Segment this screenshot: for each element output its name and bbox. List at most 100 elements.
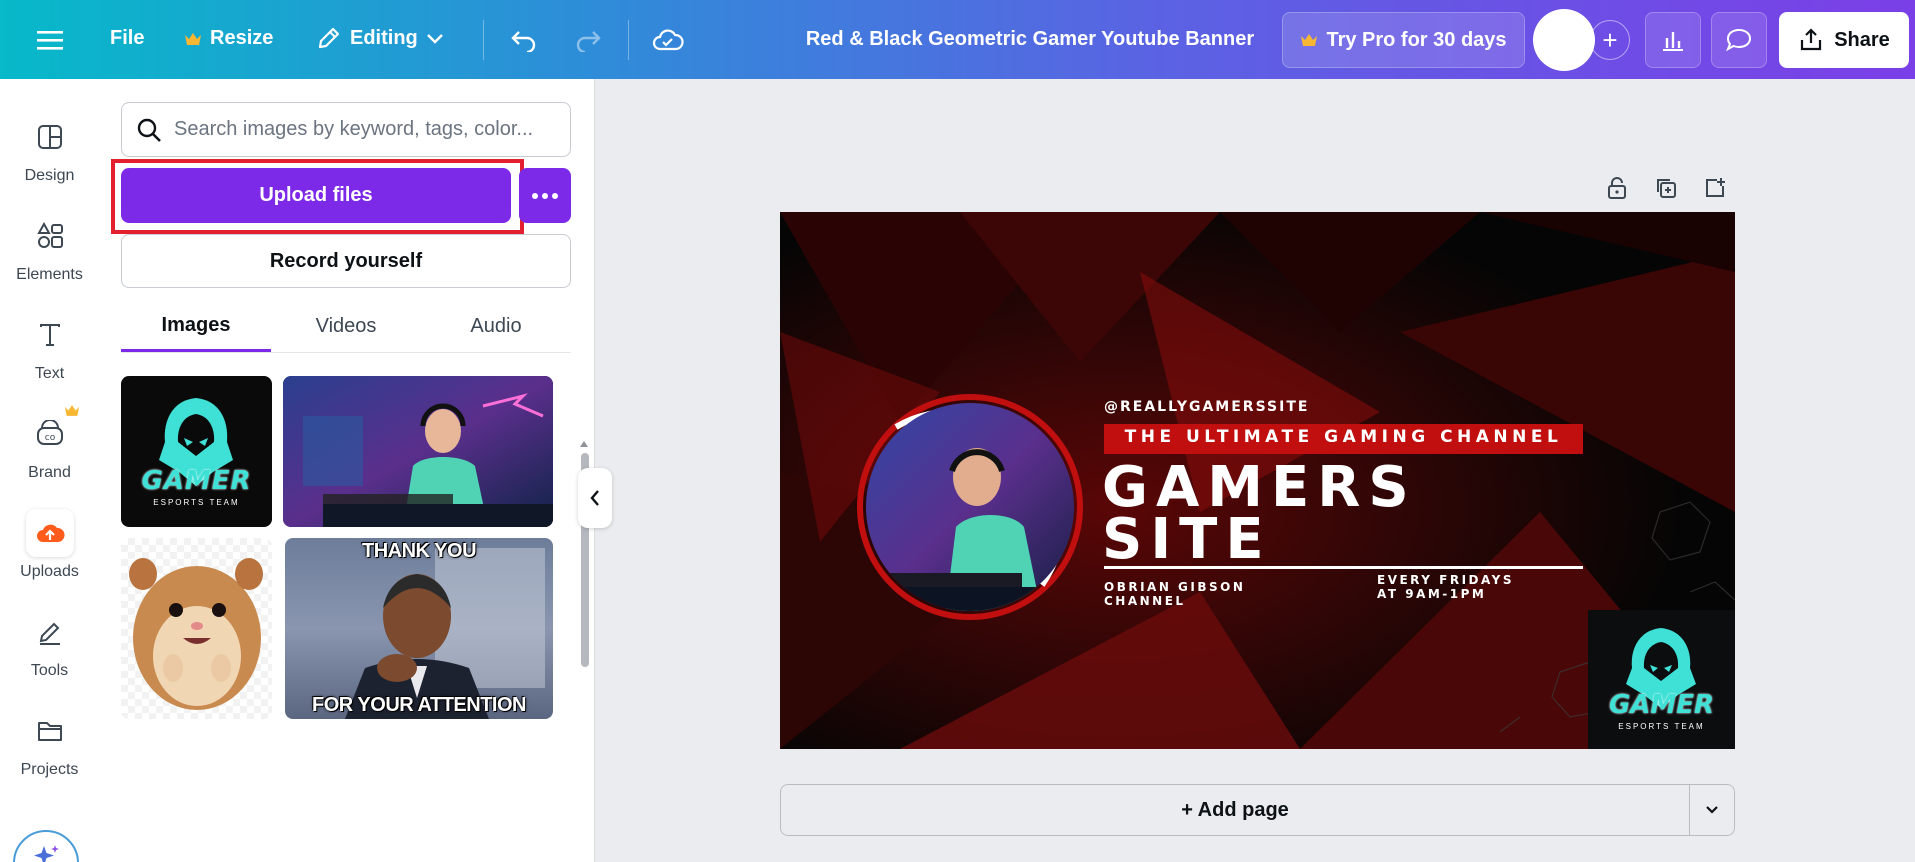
meme-bottom-text: FOR YOUR ATTENTION — [312, 694, 526, 716]
tools-pen-icon — [26, 608, 74, 656]
meme-top-text: THANK YOU — [361, 540, 477, 562]
insights-chart-button[interactable] — [1645, 12, 1701, 68]
scroll-up-arrow-icon — [580, 441, 588, 447]
canvas-logo-subtext: ESPORTS TEAM — [1618, 722, 1705, 731]
tab-images[interactable]: Images — [121, 301, 271, 352]
cloud-save-icon[interactable] — [650, 22, 686, 58]
collapse-panel-handle[interactable] — [578, 468, 612, 528]
profile-photo-ring — [857, 394, 1083, 620]
design-canvas-banner[interactable]: @REALLYGAMERSSITE THE ULTIMATE GAMING CH… — [780, 212, 1735, 749]
top-bar: File Resize Editing Red & Black Geometri… — [0, 0, 1915, 79]
more-dots-icon — [542, 192, 548, 199]
left-navigation-rail: Design Elements Text co Brand Uploads To… — [0, 79, 99, 862]
comment-bubble-icon — [1726, 28, 1752, 52]
add-page-dropdown[interactable] — [1689, 784, 1735, 836]
person-pointing-illustration — [345, 548, 545, 719]
rail-label-text: Text — [34, 365, 65, 382]
channel-handle: @REALLYGAMERSSITE — [1104, 399, 1310, 415]
document-title[interactable]: Red & Black Geometric Gamer Youtube Bann… — [730, 0, 1330, 79]
add-page-button[interactable]: + Add page — [780, 784, 1690, 836]
editing-mode-button[interactable]: Editing — [316, 25, 444, 51]
try-pro-button[interactable]: Try Pro for 30 days — [1282, 12, 1525, 68]
canvas-gamer-logo: GAMER ESPORTS TEAM — [1588, 610, 1735, 749]
rail-label-tools: Tools — [30, 662, 69, 679]
image-thumbnail-hamster[interactable] — [121, 538, 272, 719]
chevron-down-icon — [426, 34, 443, 44]
resize-label: Resize — [210, 27, 274, 49]
search-icon — [137, 118, 161, 142]
brand-icon: co — [26, 405, 79, 458]
search-input[interactable] — [174, 118, 554, 141]
schedule-line-1: EVERY FRIDAYS — [1377, 573, 1514, 587]
rail-label-projects: Projects — [20, 761, 79, 778]
undo-icon[interactable] — [506, 22, 542, 58]
image-thumbnail-thank-you-meme[interactable]: THANK YOU FOR YOUR ATTENTION — [285, 538, 553, 719]
rail-item-tools[interactable]: Tools — [0, 594, 99, 684]
design-layout-icon — [26, 113, 74, 161]
search-box[interactable] — [121, 102, 571, 157]
svg-text:co: co — [44, 433, 55, 443]
crown-icon — [64, 405, 79, 416]
share-label: Share — [1834, 28, 1890, 51]
toolbar-divider — [483, 20, 484, 60]
lock-page-icon[interactable] — [1601, 172, 1633, 204]
hamburger-menu-icon[interactable] — [32, 24, 68, 56]
rail-item-design[interactable]: Design — [0, 99, 99, 189]
tab-audio[interactable]: Audio — [421, 301, 571, 352]
sparkle-icon — [34, 845, 59, 862]
share-button[interactable]: Share — [1779, 12, 1909, 68]
chevron-down-icon — [1706, 806, 1718, 814]
add-collaborator-plus-icon[interactable]: + — [1590, 20, 1630, 60]
rail-label-uploads: Uploads — [20, 563, 79, 580]
resize-button[interactable]: Resize — [184, 27, 273, 50]
rail-label-brand: Brand — [28, 464, 71, 481]
elements-shapes-icon — [26, 212, 74, 260]
toolbar-divider — [628, 20, 629, 60]
editing-label: Editing — [350, 26, 418, 49]
duplicate-page-icon[interactable] — [1650, 172, 1682, 204]
rail-item-elements[interactable]: Elements — [0, 198, 99, 288]
add-page-icon[interactable] — [1699, 172, 1731, 204]
rail-item-brand[interactable]: co Brand — [0, 396, 99, 486]
chevron-left-icon — [590, 490, 599, 506]
rail-item-text[interactable]: Text — [0, 297, 99, 387]
tab-videos[interactable]: Videos — [271, 301, 421, 352]
avatar[interactable] — [1533, 9, 1595, 71]
crown-icon — [185, 32, 201, 45]
upload-cloud-icon — [25, 509, 74, 557]
more-dots-icon — [532, 192, 538, 199]
image-thumbnail-gamer-logo[interactable]: GAMER ESPORTS TEAM — [121, 376, 272, 527]
schedule-line-2: AT 9AM-1PM — [1377, 587, 1487, 601]
folder-icon — [26, 707, 74, 755]
crown-icon — [1301, 34, 1318, 46]
share-upload-icon — [1801, 28, 1822, 51]
rail-label-design: Design — [24, 167, 75, 184]
tagline-text: THE ULTIMATE GAMING CHANNEL — [1124, 427, 1563, 447]
text-t-icon — [26, 311, 74, 359]
upload-files-button[interactable]: Upload files — [121, 168, 511, 223]
rail-label-elements: Elements — [16, 266, 83, 283]
hamster-illustration — [129, 558, 263, 710]
record-yourself-button[interactable]: Record yourself — [121, 234, 571, 288]
more-dots-icon — [552, 192, 558, 199]
redo-icon[interactable] — [570, 22, 606, 58]
channel-name-line-2: CHANNEL — [1104, 594, 1186, 608]
title-line-2: SITE — [1102, 507, 1272, 572]
rail-item-uploads[interactable]: Uploads — [0, 495, 99, 585]
logo-thumbnail-text: GAMER — [141, 466, 252, 496]
gamer-at-desk-illustration — [283, 376, 553, 527]
more-options-button[interactable] — [519, 168, 571, 223]
pencil-icon — [318, 27, 340, 49]
divider-line — [1104, 566, 1583, 569]
comments-button[interactable] — [1711, 12, 1767, 68]
logo-thumbnail-subtext: ESPORTS TEAM — [153, 498, 240, 507]
channel-name-line-1: OBRIAN GIBSON — [1104, 580, 1246, 594]
bar-chart-icon — [1663, 32, 1683, 51]
file-menu[interactable]: File — [110, 27, 144, 50]
image-thumbnail-gamer-photo[interactable] — [283, 376, 553, 527]
media-tabs: Images Videos Audio — [121, 301, 571, 353]
canvas-logo-text: GAMER — [1608, 690, 1715, 720]
try-pro-label: Try Pro for 30 days — [1326, 28, 1507, 51]
uploads-panel: Upload files Record yourself Images Vide… — [99, 79, 595, 862]
rail-item-projects[interactable]: Projects — [0, 693, 99, 783]
